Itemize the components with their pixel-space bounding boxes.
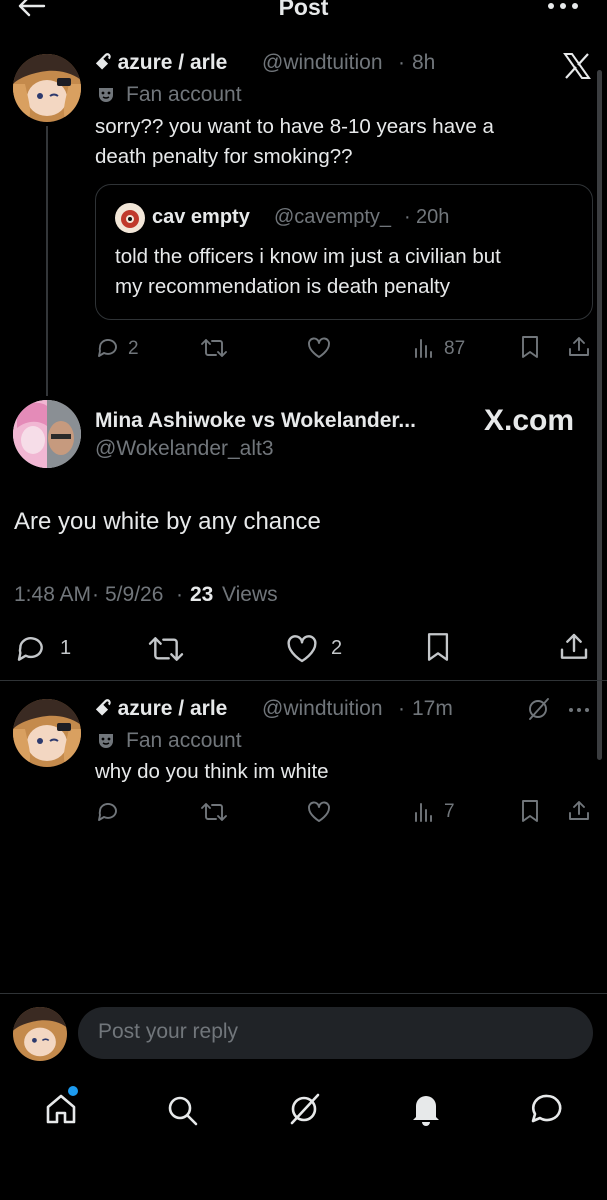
more-icon[interactable]: [546, 0, 580, 12]
notifications-icon[interactable]: [410, 1092, 442, 1126]
reply-count: 2: [128, 338, 139, 359]
post-time[interactable]: 17m: [412, 697, 453, 721]
composer-avatar: [13, 1007, 67, 1061]
post-time[interactable]: 1:48 AM: [14, 583, 91, 607]
author-handle[interactable]: @windtuition: [262, 51, 383, 75]
like-icon[interactable]: [284, 633, 320, 665]
focus-post-text: Are you white by any chance: [14, 508, 321, 535]
notification-dot: [68, 1086, 78, 1096]
repost-icon[interactable]: [146, 633, 186, 665]
separator-dot: ·: [404, 206, 411, 228]
search-icon[interactable]: [166, 1094, 198, 1126]
separator-dot: ·: [398, 697, 405, 720]
view-count: 23: [190, 583, 214, 606]
quote-avatar: [115, 203, 145, 233]
author-name[interactable]: Mina Ashiwoke vs Wokelander...: [95, 409, 416, 433]
like-icon[interactable]: [306, 336, 332, 360]
messages-icon[interactable]: [530, 1092, 564, 1126]
grok-icon[interactable]: [287, 1092, 321, 1126]
views-label: Views: [222, 583, 278, 606]
view-count: 87: [444, 338, 466, 359]
thread-line: [46, 126, 48, 396]
bookmark-icon[interactable]: [519, 335, 541, 359]
home-icon[interactable]: [44, 1092, 78, 1126]
page-title: Post: [278, 0, 329, 20]
top-bar: Post: [0, 0, 607, 24]
reply-placeholder: Post your reply: [98, 1020, 239, 1043]
avatar[interactable]: [13, 699, 81, 767]
views-icon[interactable]: [413, 801, 435, 823]
quote-text-line: my recommendation is death penalty: [115, 275, 451, 298]
author-handle[interactable]: @Wokelander_alt3: [95, 437, 274, 461]
theater-mask-icon: [96, 85, 116, 105]
post-text-line: sorry?? you want to have 8-10 years have…: [95, 115, 494, 138]
account-label: Fan account: [126, 83, 242, 106]
scrollbar[interactable]: [597, 70, 602, 760]
avatar[interactable]: [13, 54, 81, 122]
like-icon[interactable]: [306, 800, 332, 824]
share-icon[interactable]: [567, 799, 591, 823]
divider: [0, 993, 607, 994]
reply-icon[interactable]: [96, 800, 120, 824]
quote-author-name: cav empty: [152, 206, 250, 228]
separator-dot: ·: [92, 583, 99, 606]
like-count: 2: [331, 637, 343, 659]
share-icon[interactable]: [558, 631, 590, 663]
view-count: 7: [444, 801, 455, 822]
grok-icon[interactable]: [526, 697, 550, 721]
x-logo-icon: [563, 53, 591, 79]
bookmark-icon[interactable]: [519, 799, 541, 823]
quote-author-handle: @cavempty_: [274, 206, 392, 228]
repost-icon[interactable]: [200, 800, 228, 824]
quote-time: 20h: [416, 206, 450, 228]
post-time[interactable]: 8h: [412, 51, 435, 75]
quote-text-line: told the officers i know im just a civil…: [115, 245, 501, 268]
divider: [0, 680, 607, 681]
reply-text: why do you think im white: [95, 760, 329, 783]
separator-dot: ·: [176, 583, 183, 606]
bookmark-icon[interactable]: [424, 631, 452, 663]
reply-count: 1: [60, 637, 72, 659]
author-handle[interactable]: @windtuition: [262, 697, 383, 721]
reply-icon[interactable]: [14, 633, 48, 665]
avatar[interactable]: [13, 400, 81, 468]
share-icon[interactable]: [567, 335, 591, 359]
repost-icon[interactable]: [200, 336, 228, 360]
separator-dot: ·: [398, 51, 405, 74]
views-icon[interactable]: [413, 337, 435, 359]
author-name[interactable]: ꗃ azure / arle: [95, 697, 227, 721]
account-label: Fan account: [126, 729, 242, 752]
reply-icon[interactable]: [96, 336, 120, 360]
watermark: X.com: [484, 404, 575, 437]
author-name[interactable]: ꗃ azure / arle: [95, 51, 227, 75]
more-icon[interactable]: [568, 707, 590, 713]
theater-mask-icon: [96, 731, 116, 751]
post-date[interactable]: 5/9/26: [105, 583, 163, 607]
post-text-line: death penalty for smoking??: [95, 145, 353, 168]
